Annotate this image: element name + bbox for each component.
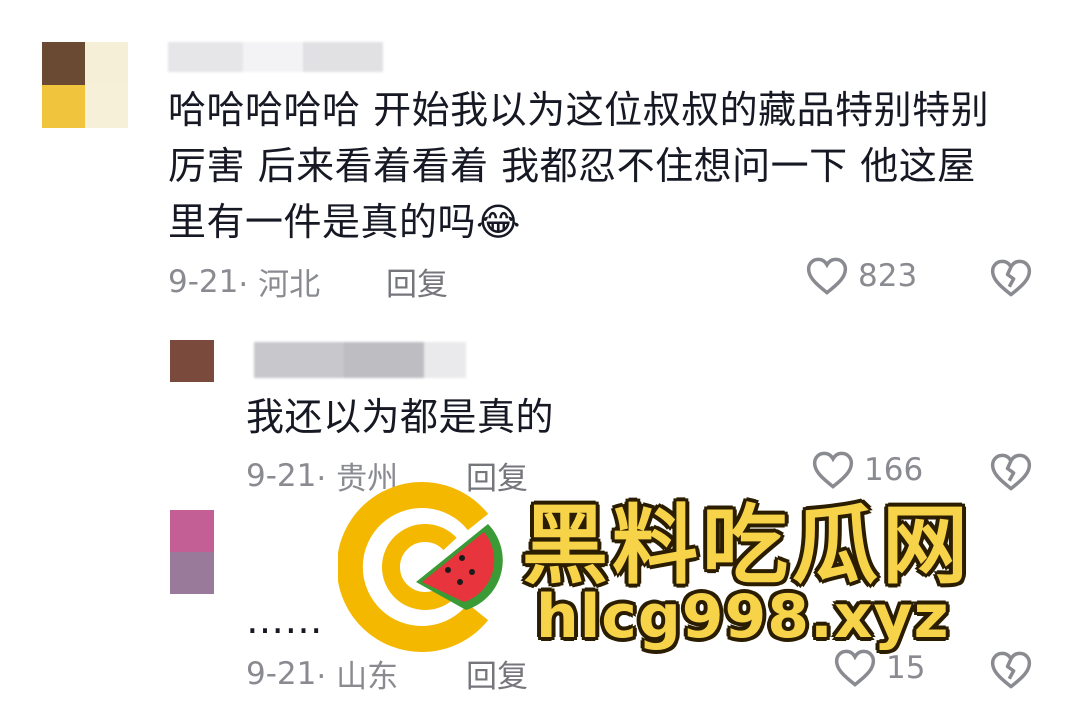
comment-meta: 9-21 · 河北 [168, 259, 320, 304]
like-count: 15 [886, 650, 926, 686]
comment-text: 我还以为都是真的 [246, 389, 554, 445]
comment-line: 我还以为都是真的 [246, 395, 555, 439]
avatar[interactable] [170, 510, 214, 594]
comment-date: 9-21 [168, 263, 239, 300]
dislike-button[interactable] [990, 650, 1032, 694]
like-count: 823 [858, 258, 918, 294]
reply-button[interactable]: 回复 [386, 259, 448, 304]
broken-heart-icon [990, 651, 1032, 689]
comment-location: · 山东 [316, 659, 399, 695]
dislike-button[interactable] [990, 258, 1032, 302]
watermark-logo-icon [338, 482, 503, 652]
comment-thread: 哈哈哈哈哈 开始我以为这位叔叔的藏品特别特别 厉害 后来看着看着 我都忍不住想问… [0, 0, 1080, 710]
username-blurred[interactable] [254, 342, 466, 378]
broken-heart-icon [990, 259, 1032, 297]
comment-location: · 河北 [238, 267, 321, 303]
comment-text: …… [246, 592, 323, 648]
username-blurred[interactable] [168, 42, 383, 72]
dislike-button[interactable] [990, 452, 1032, 496]
comment-date: 9-21 [246, 457, 317, 494]
like-button[interactable]: 823 [806, 256, 917, 296]
broken-heart-icon [990, 453, 1032, 491]
laughing-emoji-icon: 😂 [476, 200, 521, 244]
comment-line: 里有一件是真的吗😂 [168, 200, 521, 244]
heart-outline-icon [806, 257, 848, 295]
like-button[interactable]: 15 [834, 648, 925, 688]
comment-line: 厉害 后来看着看着 我都忍不住想问一下 他这屋 [168, 144, 976, 188]
comment-text: 哈哈哈哈哈 开始我以为这位叔叔的藏品特别特别 厉害 后来看着看着 我都忍不住想问… [168, 82, 1048, 250]
heart-outline-icon [834, 649, 876, 687]
avatar[interactable] [42, 42, 128, 128]
reply-button[interactable]: 回复 [466, 651, 528, 696]
comment-line: 哈哈哈哈哈 开始我以为这位叔叔的藏品特别特别 [168, 88, 990, 132]
comment-date: 9-21 [246, 655, 317, 692]
comment-meta: 9-21 · 山东 [246, 651, 398, 696]
avatar[interactable] [170, 340, 214, 382]
watermark-url: hlcg998.xyz [536, 582, 950, 652]
comment-line: …… [246, 598, 323, 642]
